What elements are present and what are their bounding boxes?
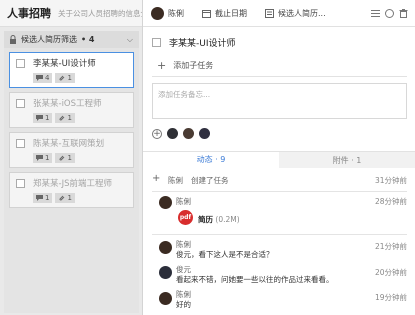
tab-activity[interactable]: 动态 · 9 xyxy=(143,152,279,168)
task-note-field[interactable]: 添加任务备忘... xyxy=(152,83,407,119)
divider xyxy=(152,234,407,235)
task-note-placeholder: 添加任务备忘... xyxy=(158,90,211,99)
file-link[interactable]: 简历 (0.2M) xyxy=(198,214,240,225)
comment-count-badge: 1 xyxy=(33,193,53,203)
comment-text: 看起来不错，问她要一些以往的作品过来看看。 xyxy=(176,275,334,284)
comment-count: 1 xyxy=(45,154,50,162)
project-header: 人事招聘 关于公司人员招聘的信息全流 xyxy=(0,0,142,27)
activity-log-row: + 陈俐 创建了任务 31分钟前 xyxy=(152,173,407,187)
divider xyxy=(152,191,407,192)
pdf-icon[interactable]: pdf xyxy=(178,210,193,225)
comment-count: 4 xyxy=(45,74,50,82)
column-header[interactable]: 候选人简历筛选 • 4 ⌵ xyxy=(4,31,139,48)
list-icon xyxy=(265,8,274,18)
add-member-icon[interactable]: + xyxy=(152,128,162,139)
task-checkbox[interactable] xyxy=(16,179,25,188)
activity-time: 20分钟前 xyxy=(374,268,407,277)
comment-count: 1 xyxy=(45,194,50,202)
divider xyxy=(152,76,407,77)
detail-tabs: 动态 · 9 附件 · 1 xyxy=(143,151,415,168)
comment-count-badge: 1 xyxy=(33,153,53,163)
attachment-count-badge: 1 xyxy=(55,193,75,203)
attachment-count: 1 xyxy=(67,74,72,82)
owner-name[interactable]: 陈俐 xyxy=(168,8,184,19)
due-date-label: 截止日期 xyxy=(215,8,247,18)
attachment-count-badge: 1 xyxy=(55,113,75,123)
comment-icon xyxy=(36,115,43,121)
project-description: 关于公司人员招聘的信息全流 xyxy=(58,8,142,18)
attachment-count: 1 xyxy=(67,154,72,162)
task-title-row: 李某某-UI设计师 xyxy=(152,36,236,49)
column-count: • 4 xyxy=(81,35,95,44)
task-detail-panel: 陈俐 截止日期 候选人简历... 李某某-UI设计师 + 添加子任务 添加任务备… xyxy=(143,0,415,315)
attachment-count-badge: 1 xyxy=(55,73,75,83)
project-panel: 人事招聘 关于公司人员招聘的信息全流 候选人简历筛选 • 4 ⌵ 李某某-UI设… xyxy=(0,0,143,315)
task-card[interactable]: 张某某-iOS工程师 1 1 xyxy=(9,92,134,128)
task-complete-checkbox[interactable] xyxy=(152,38,161,47)
comment-count-badge: 1 xyxy=(33,113,53,123)
avatar xyxy=(159,292,172,305)
avatar xyxy=(159,241,172,254)
task-checkbox[interactable] xyxy=(16,99,25,108)
attachment-count-badge: 1 xyxy=(55,153,75,163)
avatar[interactable] xyxy=(167,128,178,139)
task-title[interactable]: 李某某-UI设计师 xyxy=(169,36,236,49)
column-name: 候选人简历筛选 xyxy=(21,35,77,44)
comment-icon xyxy=(36,75,43,81)
comment-text: 俊元，看下这人是不是合适？ xyxy=(176,250,274,259)
paperclip-icon xyxy=(59,115,65,121)
file-name: 简历 xyxy=(198,215,213,224)
chevron-down-icon[interactable]: ⌵ xyxy=(127,35,133,45)
trash-icon[interactable] xyxy=(399,8,408,18)
add-subtask-label: 添加子任务 xyxy=(173,61,214,70)
task-card-title: 郑某某-JS前端工程师 xyxy=(33,179,112,189)
activity-action: 创建了任务 xyxy=(191,176,229,185)
activity-user: 陈俐 xyxy=(176,197,191,206)
task-card-title: 张某某-iOS工程师 xyxy=(33,99,102,109)
file-size: (0.2M) xyxy=(215,215,240,224)
task-card[interactable]: 李某某-UI设计师 4 1 xyxy=(9,52,134,88)
activity-time: 31分钟前 xyxy=(374,176,407,185)
avatar[interactable] xyxy=(183,128,194,139)
comment-count: 1 xyxy=(45,114,50,122)
comment-text: 好的 xyxy=(176,300,191,309)
avatar xyxy=(159,266,172,279)
avatar[interactable] xyxy=(199,128,210,139)
task-checkbox[interactable] xyxy=(16,139,25,148)
task-card-title: 李某某-UI设计师 xyxy=(33,59,96,69)
lock-icon xyxy=(10,35,16,44)
menu-icon[interactable] xyxy=(371,9,380,18)
list-selector-label: 候选人简历... xyxy=(278,8,326,18)
task-checkbox[interactable] xyxy=(16,59,25,68)
members-row: + xyxy=(152,128,210,139)
due-date-button[interactable]: 截止日期 xyxy=(202,8,247,19)
plus-icon: + xyxy=(157,59,167,72)
comment-count-badge: 4 xyxy=(33,73,53,83)
calendar-icon xyxy=(202,9,211,18)
attachment-count: 1 xyxy=(67,114,72,122)
comment-icon xyxy=(36,155,43,161)
task-toolbar: 陈俐 截止日期 候选人简历... xyxy=(143,0,415,27)
circle-icon[interactable] xyxy=(385,8,394,18)
activity-time: 19分钟前 xyxy=(374,293,407,302)
activity-time: 28分钟前 xyxy=(374,197,407,206)
task-column: 候选人简历筛选 • 4 ⌵ 李某某-UI设计师 4 1 张某某-iOS工程师 1… xyxy=(4,31,139,313)
task-card-title: 陈某某-互联网策划 xyxy=(33,139,105,149)
paperclip-icon xyxy=(59,155,65,161)
avatar xyxy=(159,196,172,209)
paperclip-icon xyxy=(59,195,65,201)
plus-icon: + xyxy=(152,173,161,184)
comment-icon xyxy=(36,195,43,201)
task-card[interactable]: 陈某某-互联网策划 1 1 xyxy=(9,132,134,168)
tab-attachments[interactable]: 附件 · 1 xyxy=(279,152,415,168)
activity-time: 21分钟前 xyxy=(374,242,407,251)
list-selector[interactable]: 候选人简历... xyxy=(265,8,326,19)
add-subtask-button[interactable]: + 添加子任务 xyxy=(157,59,213,72)
attachment-count: 1 xyxy=(67,194,72,202)
project-title[interactable]: 人事招聘 xyxy=(7,5,51,21)
task-card[interactable]: 郑某某-JS前端工程师 1 1 xyxy=(9,172,134,208)
paperclip-icon xyxy=(59,75,65,81)
avatar[interactable] xyxy=(151,6,164,20)
activity-user: 陈俐 xyxy=(168,176,183,185)
